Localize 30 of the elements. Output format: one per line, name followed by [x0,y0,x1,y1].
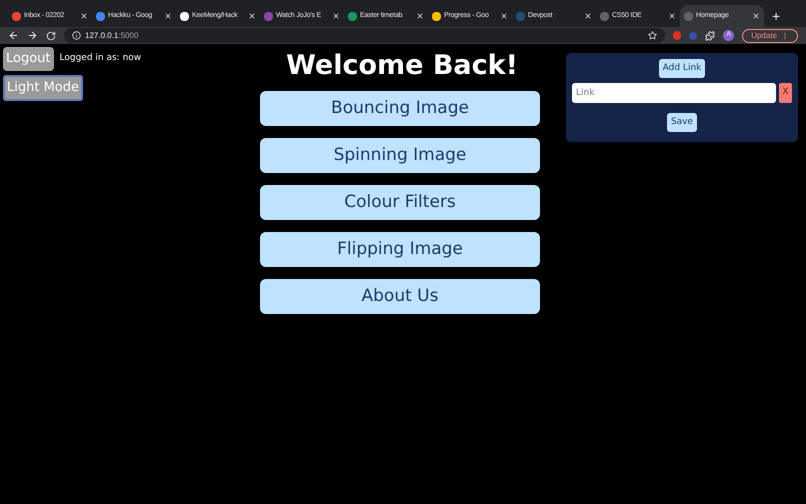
url-text: 127.0.0.1:5000 [85,30,140,42]
welcome-heading: Welcome Back! [286,52,518,79]
reload-icon[interactable] [46,30,56,40]
close-icon[interactable] [80,12,88,20]
close-icon[interactable] [332,12,340,20]
nav-button[interactable]: Spinning Image [260,138,540,173]
nav-button[interactable]: Bouncing Image [260,91,540,126]
remove-link-button[interactable]: X [779,83,792,103]
link-field[interactable]: Link [572,83,776,103]
close-icon[interactable] [248,12,256,20]
new-tab-button[interactable]: + [764,5,788,27]
close-icon[interactable] [584,12,592,20]
back-icon[interactable] [8,30,19,41]
logged-in-text: Logged in as: now [60,52,142,66]
close-icon[interactable] [416,12,424,20]
address-bar[interactable]: 127.0.0.1:5000 [64,28,666,43]
nav-button[interactable]: Flipping Image [260,232,540,267]
extensions-icon[interactable] [705,30,716,40]
forward-icon[interactable] [27,30,38,41]
close-icon[interactable] [164,12,172,20]
update-button[interactable]: Update [742,28,798,42]
close-icon[interactable] [500,12,508,20]
close-icon[interactable] [752,12,760,20]
nav-button[interactable]: Colour Filters [260,185,540,220]
close-icon[interactable] [668,12,676,20]
add-link-button[interactable]: Add Link [658,59,706,78]
nav-button[interactable]: About Us [260,279,540,314]
bookmark-star-icon[interactable] [648,31,658,40]
save-button[interactable]: Save [666,113,698,132]
info-icon [72,31,81,40]
